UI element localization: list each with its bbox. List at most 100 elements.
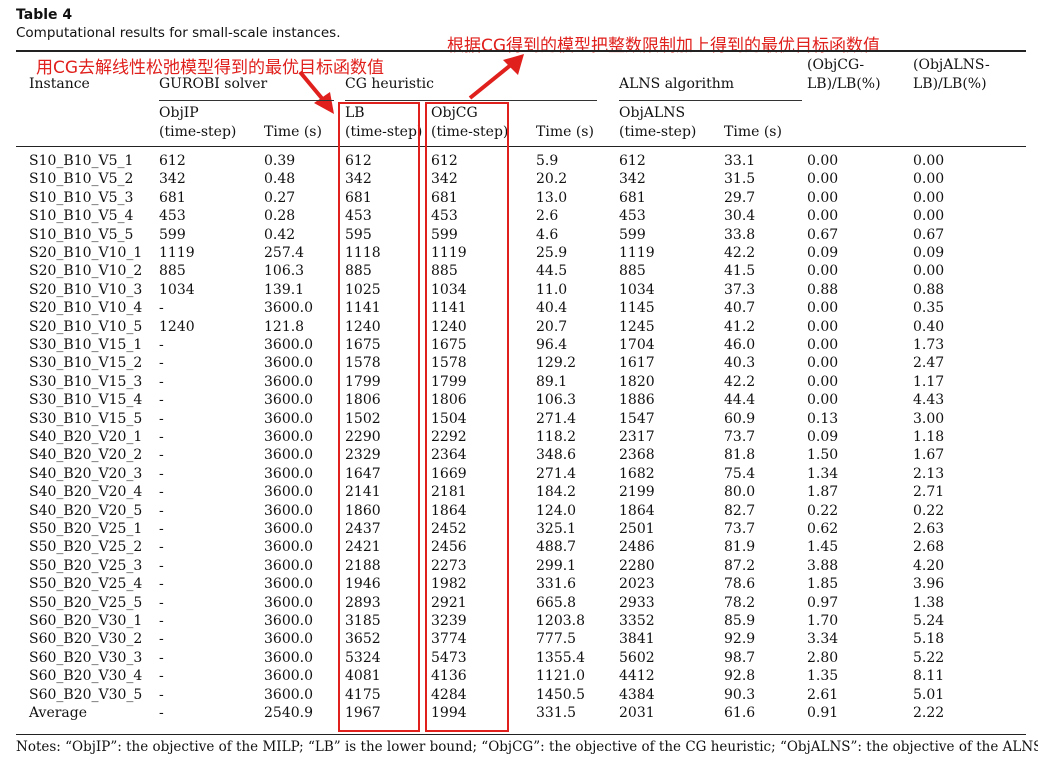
table-cell: 1547 <box>619 410 655 427</box>
instance-cell: S60_B20_V30_5 <box>29 686 143 703</box>
instance-cell: S30_B10_V15_4 <box>29 392 143 409</box>
table-cell: 33.1 <box>724 153 756 169</box>
table-cell: 1.38 <box>913 594 945 611</box>
table-cell: 0.09 <box>807 429 839 445</box>
table-cell: 37.3 <box>724 281 756 298</box>
table-cell: 3600.0 <box>264 539 313 556</box>
table-cell: 1502 <box>345 410 381 427</box>
table-cell: 1.87 <box>807 484 839 501</box>
table-cell: 0.97 <box>807 594 839 611</box>
table-cell: 0.40 <box>913 318 945 335</box>
instance-cell: S30_B10_V15_1 <box>29 337 143 353</box>
instance-cell: S50_B20_V25_5 <box>29 594 143 611</box>
table-cell: 4175 <box>345 686 381 703</box>
arrow-to-lb-column <box>298 70 334 114</box>
table-cell: 0.09 <box>913 245 945 261</box>
table-cell: 0.00 <box>807 189 839 206</box>
table-cell: 2.71 <box>913 484 945 501</box>
table-cell: 3185 <box>345 613 381 629</box>
table-cell: - <box>159 502 164 519</box>
table-cell: 2368 <box>619 447 655 464</box>
table-cell: 139.1 <box>264 281 305 298</box>
table-cell: - <box>159 373 164 390</box>
table-cell: 73.7 <box>724 429 756 445</box>
table-cell: 3600.0 <box>264 686 313 703</box>
header-objalns-line1: ObjALNS <box>619 105 686 121</box>
table-cell: 0.00 <box>913 153 945 169</box>
table-cell: 31.5 <box>724 171 756 188</box>
table-cell: 3600.0 <box>264 484 313 501</box>
table-cell: 42.2 <box>724 373 756 390</box>
table-cell: 488.7 <box>536 539 577 556</box>
table-cell: 4.6 <box>536 226 559 243</box>
table-cell: 2501 <box>619 521 655 537</box>
table-notes: Notes: “ObjIP”: the objective of the MIL… <box>16 739 1038 755</box>
table-cell: 0.00 <box>913 263 945 280</box>
table-cell: 96.4 <box>536 337 568 353</box>
table-cell: 4284 <box>431 686 467 703</box>
table-cell: 0.42 <box>264 226 296 243</box>
table-cell: 0.09 <box>807 245 839 261</box>
table-cell: - <box>159 337 164 353</box>
table-cell: - <box>159 392 164 409</box>
table-cell: 599 <box>431 226 458 243</box>
table-cell: - <box>159 539 164 556</box>
table-cell: 0.22 <box>913 502 945 519</box>
table-cell: 87.2 <box>724 557 756 574</box>
table-cell: 98.7 <box>724 649 756 666</box>
table-cell: 612 <box>619 153 646 169</box>
table-cell: 80.0 <box>724 484 756 501</box>
table-cell: 2329 <box>345 447 381 464</box>
table-cell: 1799 <box>345 373 381 390</box>
table-cell: 1.50 <box>807 447 839 464</box>
table-cell: 1240 <box>431 318 467 335</box>
table-cell: 1806 <box>345 392 381 409</box>
table-cell: 5.24 <box>913 613 945 629</box>
table-cell: 1141 <box>345 300 381 317</box>
table-cell: 30.4 <box>724 208 756 225</box>
table-cell: - <box>159 410 164 427</box>
table-cell: 2540.9 <box>264 705 313 721</box>
instance-cell: S30_B10_V15_3 <box>29 373 143 390</box>
instance-cell: S40_B20_V20_4 <box>29 484 143 501</box>
table-cell: 3239 <box>431 613 467 629</box>
table-cell: 2893 <box>345 594 381 611</box>
table-cell: 73.7 <box>724 521 756 537</box>
table-cell: 2921 <box>431 594 467 611</box>
table-cell: - <box>159 521 164 537</box>
table-cell: 1799 <box>431 373 467 390</box>
table-cell: 0.67 <box>913 226 945 243</box>
table-cell: 2364 <box>431 447 467 464</box>
header-alns: ALNS algorithm <box>619 76 735 92</box>
table-cell: 1675 <box>345 337 381 353</box>
instance-cell: S60_B20_V30_4 <box>29 668 143 685</box>
table-cell: 46.0 <box>724 337 756 353</box>
table-cell: 1203.8 <box>536 613 585 629</box>
header-gurobi-time: Time (s) <box>264 124 322 140</box>
table-cell: 3600.0 <box>264 465 313 482</box>
table-cell: 4412 <box>619 668 655 685</box>
header-gap-cg-line1: (ObjCG- <box>807 57 865 73</box>
table-cell: 3.96 <box>913 576 945 593</box>
table-cell: 1.34 <box>807 465 839 482</box>
table-cell: 1617 <box>619 355 655 372</box>
table-cell: 885 <box>345 263 372 280</box>
alns-underline <box>619 100 802 101</box>
header-gap-cg-line2: LB)/LB(%) <box>807 76 881 92</box>
arrow-to-objcg-column <box>468 54 524 100</box>
table-cell: - <box>159 594 164 611</box>
table-cell: 3600.0 <box>264 594 313 611</box>
table-cell: 2486 <box>619 539 655 556</box>
table-cell: 681 <box>159 189 186 206</box>
table-cell: 3600.0 <box>264 668 313 685</box>
table-cell: 5473 <box>431 649 467 666</box>
instance-cell: Average <box>29 705 88 721</box>
table-cell: 0.39 <box>264 153 296 169</box>
table-cell: 0.27 <box>264 189 296 206</box>
table-cell: 2317 <box>619 429 655 445</box>
table-cell: 1.67 <box>913 447 945 464</box>
table-cell: - <box>159 447 164 464</box>
table-cell: 81.9 <box>724 539 756 556</box>
table-cell: 271.4 <box>536 465 577 482</box>
table-cell: 0.00 <box>807 318 839 335</box>
